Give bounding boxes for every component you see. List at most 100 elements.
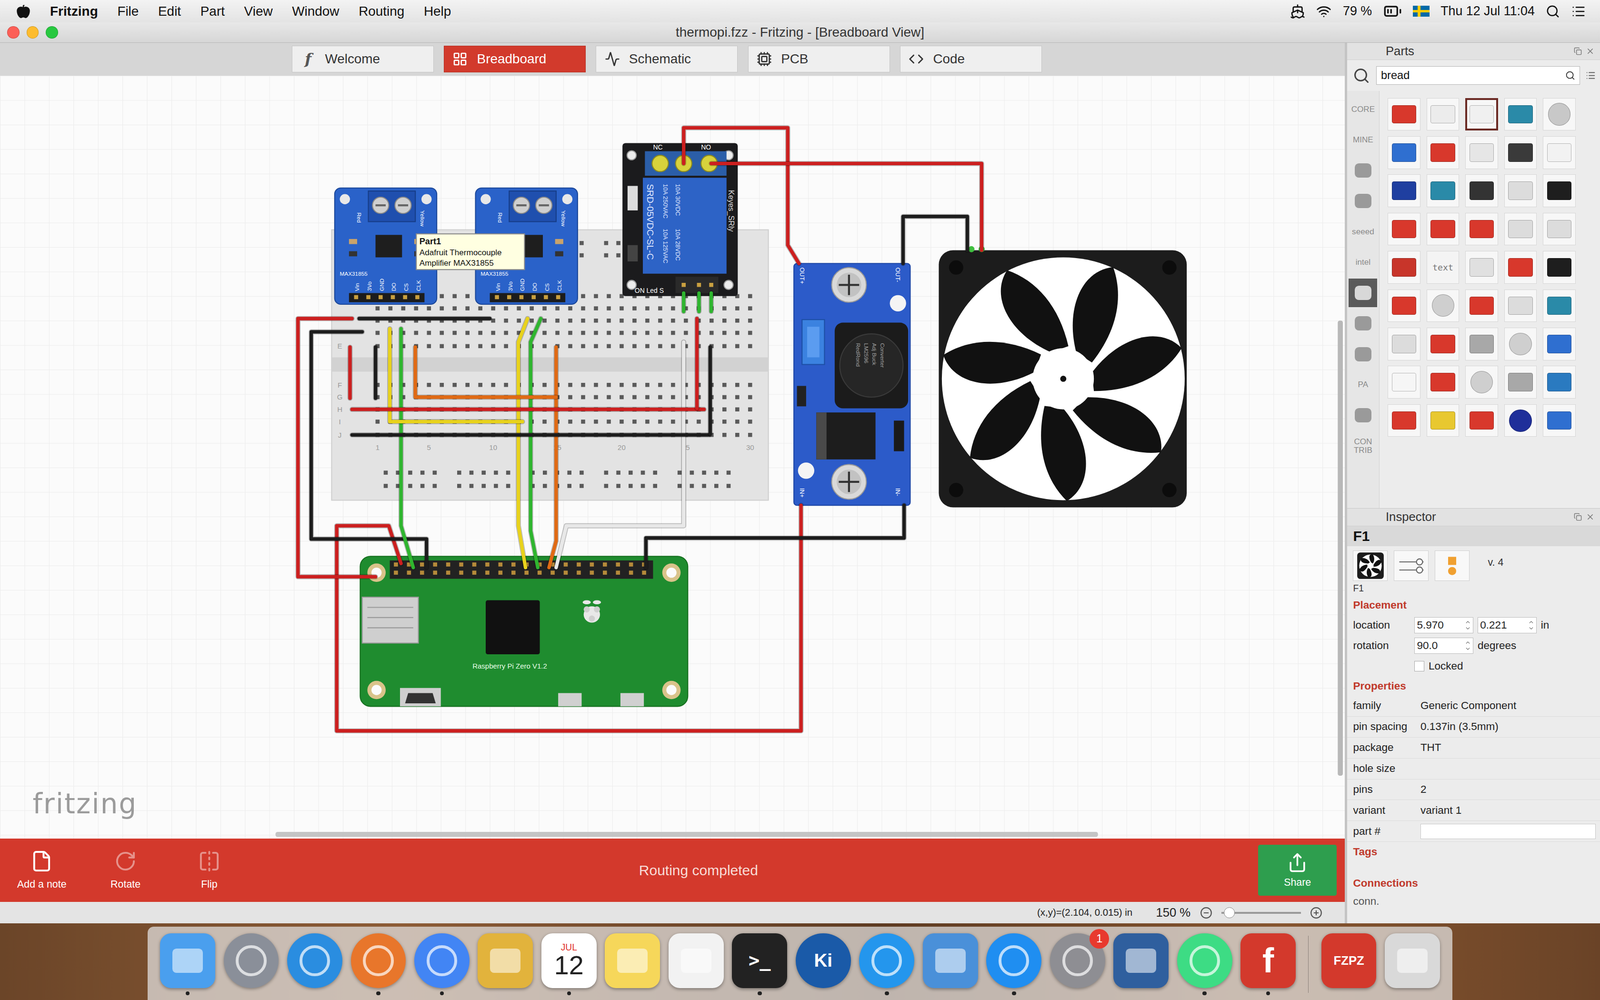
part-thumbnail[interactable]	[1426, 365, 1460, 399]
view-tab[interactable]: Code	[900, 45, 1042, 73]
part-thumbnail[interactable]	[1465, 98, 1499, 131]
part-thumbnail[interactable]	[1504, 212, 1538, 246]
bin-tab[interactable]: CON TRIB	[1348, 431, 1378, 461]
app-icon[interactable]	[604, 933, 660, 989]
dock-item[interactable]	[859, 933, 915, 996]
float-icon[interactable]	[1573, 47, 1582, 56]
location-y-field[interactable]: 0.221	[1477, 617, 1537, 634]
zoom-button[interactable]	[45, 26, 59, 39]
part-thumbnail[interactable]	[1465, 250, 1499, 284]
part-thumbnail[interactable]	[1504, 327, 1538, 361]
part-thumbnail[interactable]	[1426, 327, 1460, 361]
part-thumbnail[interactable]	[1426, 98, 1460, 131]
dock-item[interactable]	[350, 933, 407, 996]
app-icon[interactable]: >_	[731, 933, 788, 989]
spinner[interactable]	[1528, 619, 1535, 632]
part-thumbnail[interactable]	[1504, 250, 1538, 284]
dock-item[interactable]: >_	[731, 933, 788, 996]
wire[interactable]	[683, 292, 685, 312]
bin-tab[interactable]: CORE	[1348, 94, 1378, 124]
dock-item[interactable]: Ki	[795, 933, 851, 996]
part-thumbnail[interactable]	[1542, 365, 1576, 399]
wifi-icon[interactable]	[1316, 3, 1332, 20]
menu-item[interactable]: Help	[423, 3, 451, 20]
part-thumbnail[interactable]	[1426, 136, 1460, 170]
docker-icon[interactable]	[1290, 3, 1306, 20]
app-icon[interactable]	[287, 933, 343, 989]
wire[interactable]	[710, 292, 712, 312]
wire[interactable]	[709, 347, 711, 434]
menu-item[interactable]: Edit	[158, 3, 181, 20]
wire[interactable]	[375, 347, 377, 399]
wire[interactable]	[530, 318, 541, 568]
app-icon[interactable]	[1113, 933, 1169, 989]
bin-tab[interactable]	[1348, 278, 1378, 308]
spotlight-icon[interactable]	[1545, 4, 1560, 19]
part-thumbnail[interactable]	[1387, 404, 1421, 438]
part-thumbnail[interactable]	[1387, 250, 1421, 284]
app-icon[interactable]: f	[1240, 933, 1296, 989]
close-icon[interactable]	[1585, 512, 1595, 522]
menu-item[interactable]: Part	[200, 3, 225, 20]
close-button[interactable]	[7, 26, 20, 39]
part-thumbnail[interactable]	[1542, 327, 1576, 361]
bin-tab[interactable]	[1348, 156, 1378, 185]
app-icon[interactable]	[1177, 933, 1233, 989]
view-tab[interactable]: Schematic	[595, 45, 738, 73]
part-thumbnail[interactable]	[1504, 98, 1538, 131]
part-thumbnail[interactable]	[1387, 212, 1421, 246]
part-thumbnail[interactable]	[1542, 289, 1576, 323]
spinner[interactable]	[1464, 619, 1471, 632]
horizontal-scrollbar[interactable]	[275, 831, 1099, 837]
minimize-button[interactable]	[26, 26, 40, 39]
bin-tab[interactable]: intel	[1348, 248, 1378, 277]
location-x-field[interactable]: 5.970	[1414, 617, 1474, 634]
part-thumbnail[interactable]	[1426, 212, 1460, 246]
input-source-flag-icon[interactable]	[1412, 5, 1430, 18]
wire[interactable]	[359, 318, 490, 320]
apple-icon[interactable]	[16, 4, 31, 19]
dock-item[interactable]	[1177, 933, 1233, 996]
dock-item[interactable]	[160, 933, 216, 996]
part-thumbnail[interactable]: text	[1426, 250, 1460, 284]
dock-item[interactable]	[223, 933, 280, 996]
app-icon[interactable]	[859, 933, 915, 989]
dock-item[interactable]: FZPZ	[1321, 933, 1377, 996]
wire[interactable]	[349, 347, 351, 399]
raspberry-pi-zero[interactable]: Raspberry Pi Zero V1.2	[360, 556, 688, 707]
fan[interactable]	[938, 245, 1187, 508]
zoom-slider[interactable]	[1221, 911, 1301, 914]
view-tab[interactable]: fWelcome	[291, 45, 434, 73]
part-thumbnail[interactable]	[1542, 98, 1576, 131]
part-thumbnail[interactable]	[1387, 136, 1421, 170]
dock-item[interactable]	[1384, 933, 1440, 996]
zoom-slider-knob[interactable]	[1223, 907, 1236, 919]
property-value[interactable]	[1414, 820, 1600, 842]
wire[interactable]	[400, 328, 414, 568]
dock-item[interactable]	[287, 933, 343, 996]
part-thumbnail[interactable]	[1426, 289, 1460, 323]
notification-center-icon[interactable]	[1571, 4, 1586, 19]
battery-icon[interactable]	[1383, 1, 1402, 21]
float-icon[interactable]	[1573, 512, 1582, 521]
dock-item[interactable]	[986, 933, 1042, 996]
parts-search-field[interactable]: bread	[1376, 66, 1580, 85]
dock-item[interactable]: 1	[1050, 933, 1106, 996]
dock-item[interactable]: f	[1240, 933, 1296, 996]
bin-tab[interactable]	[1348, 186, 1378, 216]
menu-icon[interactable]	[1585, 70, 1596, 81]
wire[interactable]	[549, 347, 557, 568]
wires[interactable]	[298, 127, 982, 731]
menu-item[interactable]: View	[244, 3, 273, 20]
app-icon[interactable]: 1	[1050, 933, 1106, 989]
app-icon[interactable]	[477, 933, 533, 989]
app-icon[interactable]	[350, 933, 407, 989]
bin-tab[interactable]: MINE	[1348, 125, 1378, 155]
part-thumbnail[interactable]	[1465, 174, 1499, 208]
app-icon[interactable]: JUL12	[541, 933, 597, 989]
dock-item[interactable]	[477, 933, 533, 996]
part-thumbnail[interactable]	[1504, 365, 1538, 399]
zoom-in-icon[interactable]	[1310, 906, 1323, 920]
part-thumbnail[interactable]	[1504, 289, 1538, 323]
part-thumbnail[interactable]	[1504, 174, 1538, 208]
